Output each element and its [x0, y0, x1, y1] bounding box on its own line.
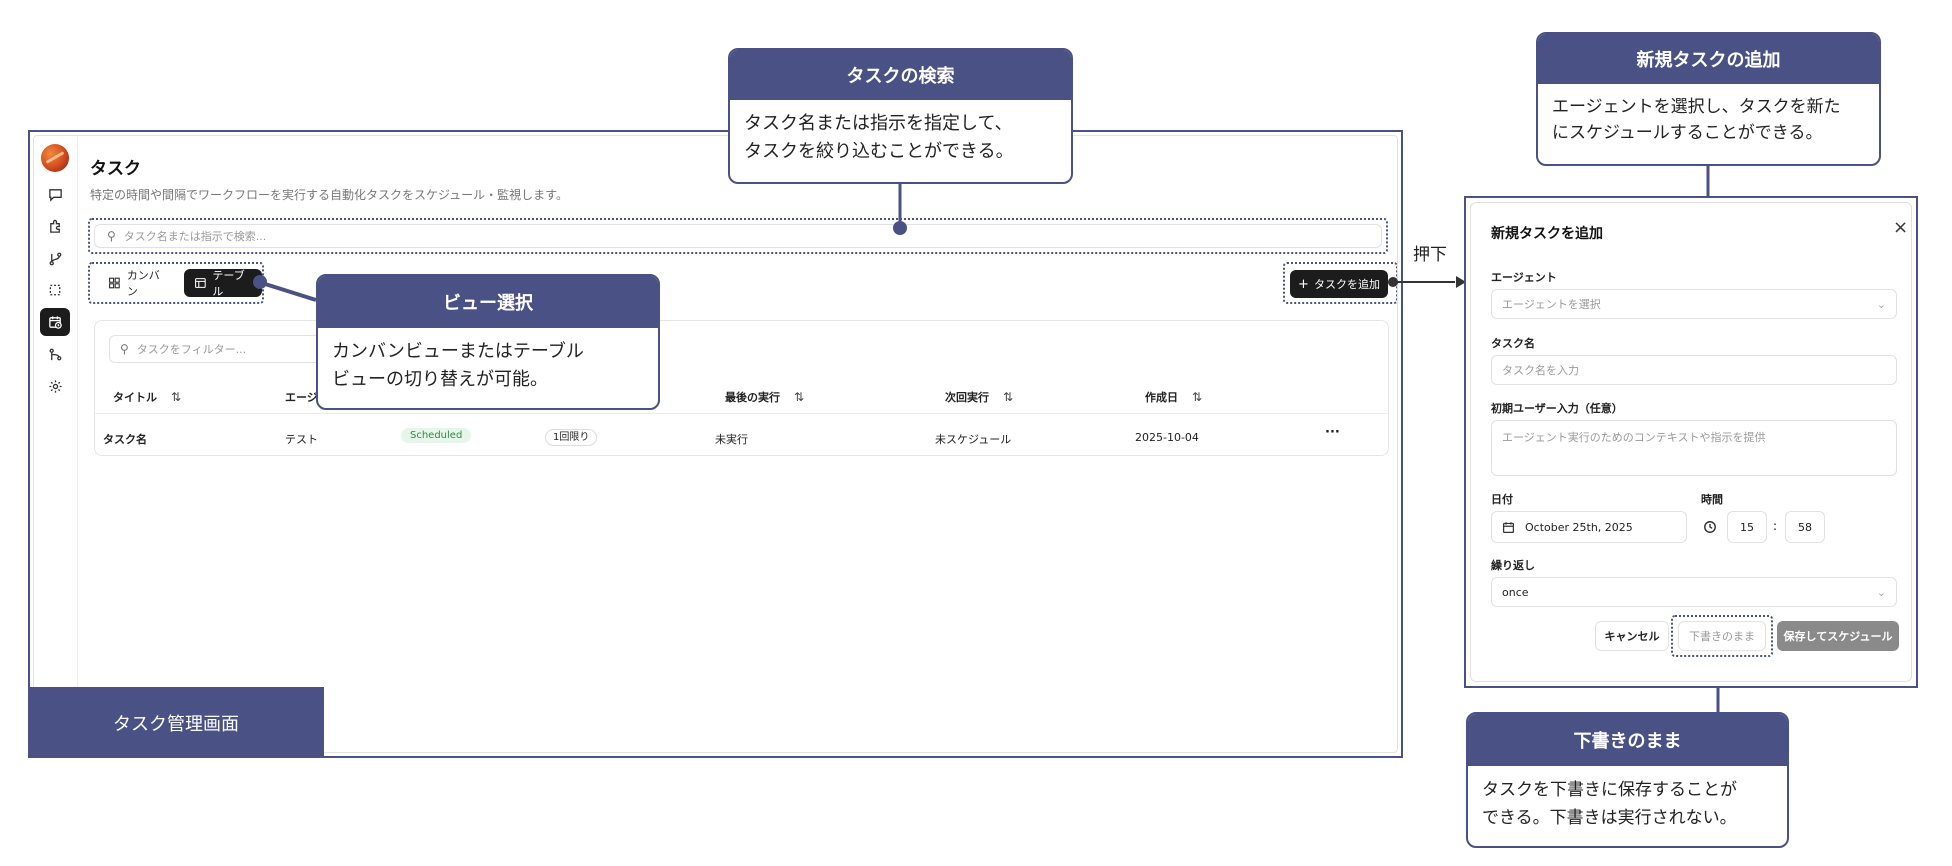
time-separator: :: [1773, 519, 1778, 533]
callout-view-select: ビュー選択 カンバンビューまたはテーブル ビューの切り替えが可能。: [316, 274, 660, 410]
callout-line: タスクを絞り込むことができる。: [744, 141, 1014, 162]
task-name-label: タスク名: [1491, 337, 1535, 350]
callout-title: ビュー選択: [318, 276, 658, 328]
repeat-select[interactable]: once ⌄: [1491, 577, 1897, 607]
add-task-modal-frame: 新規タスクを追加 × エージェント エージェントを選択 ⌄ タスク名 タスク名を…: [1464, 196, 1918, 688]
callout-line: ビューの切り替えが可能。: [332, 369, 548, 390]
repeat-label: 繰り返し: [1491, 559, 1535, 572]
press-label: 押下: [1413, 245, 1447, 265]
agent-select[interactable]: エージェントを選択 ⌄: [1491, 289, 1897, 319]
callout-body: カンバンビューまたはテーブル ビューの切り替えが可能。: [318, 328, 658, 404]
minute-input[interactable]: 58: [1785, 511, 1825, 543]
repeat-value: once: [1502, 585, 1529, 599]
callout-body: タスクを下書きに保存することが できる。下書きは実行されない。: [1468, 766, 1787, 842]
close-icon[interactable]: ×: [1893, 217, 1908, 238]
calendar-icon: [1503, 521, 1514, 533]
callout-task-search: タスクの検索 タスク名または指示を指定して、 タスクを絞り込むことができる。: [728, 48, 1073, 184]
callout-title: 下書きのまま: [1468, 714, 1787, 766]
chevron-down-icon: ⌄: [1876, 297, 1886, 311]
callout-line: エージェントを選択し、タスクを新た: [1552, 97, 1841, 117]
date-value: October 25th, 2025: [1525, 520, 1633, 534]
initial-input-textarea[interactable]: エージェント実行のためのコンテキストや指示を提供: [1491, 420, 1897, 476]
date-label: 日付: [1491, 493, 1513, 506]
clock-icon: [1703, 519, 1717, 538]
agent-placeholder: エージェントを選択: [1502, 298, 1601, 311]
modal-title: 新規タスクを追加: [1491, 226, 1603, 242]
save-and-schedule-button[interactable]: 保存してスケジュール: [1777, 621, 1899, 651]
chevron-down-icon: ⌄: [1876, 585, 1886, 599]
agent-label: エージェント: [1491, 271, 1557, 284]
draft-highlight: 下書きのまま: [1671, 615, 1773, 657]
callout-line: できる。下書きは実行されない。: [1482, 808, 1737, 828]
cancel-button[interactable]: キャンセル: [1595, 621, 1669, 651]
callout-line: タスク名または指示を指定して、: [744, 113, 1013, 134]
task-name-input[interactable]: タスク名を入力: [1491, 355, 1897, 385]
callout-title: 新規タスクの追加: [1538, 34, 1879, 84]
callout-line: カンバンビューまたはテーブル: [332, 341, 584, 362]
time-label: 時間: [1701, 493, 1723, 506]
initial-input-label: 初期ユーザー入力（任意）: [1491, 402, 1623, 415]
date-picker[interactable]: October 25th, 2025: [1491, 511, 1687, 543]
callout-draft: 下書きのまま タスクを下書きに保存することが できる。下書きは実行されない。: [1466, 712, 1789, 848]
hour-input[interactable]: 15: [1727, 511, 1767, 543]
callout-line: にスケジュールすることができる。: [1552, 123, 1823, 143]
callout-body: タスク名または指示を指定して、 タスクを絞り込むことができる。: [730, 100, 1071, 176]
initial-input-placeholder: エージェント実行のためのコンテキストや指示を提供: [1502, 431, 1766, 444]
add-task-modal: 新規タスクを追加 × エージェント エージェントを選択 ⌄ タスク名 タスク名を…: [1470, 202, 1912, 682]
task-name-placeholder: タスク名を入力: [1502, 364, 1579, 377]
save-as-draft-button[interactable]: 下書きのまま: [1678, 621, 1766, 651]
callout-title: タスクの検索: [730, 50, 1071, 100]
callout-body: エージェントを選択し、タスクを新た にスケジュールすることができる。: [1538, 84, 1879, 156]
callout-line: タスクを下書きに保存することが: [1482, 780, 1737, 800]
callout-add-task: 新規タスクの追加 エージェントを選択し、タスクを新た にスケジュールすることがで…: [1536, 32, 1881, 166]
